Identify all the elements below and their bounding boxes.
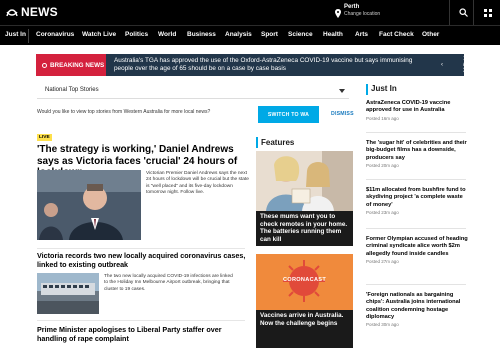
- chevron-down-icon: [339, 89, 345, 93]
- just-in-item-time: Posted 16m ago: [366, 115, 399, 121]
- just-in-item-time: Posted 23m ago: [366, 209, 399, 215]
- just-in-divider: [366, 179, 466, 180]
- story-1-image[interactable]: [37, 170, 141, 240]
- live-badge: LIVE: [37, 134, 52, 141]
- nav-politics[interactable]: Politics: [125, 31, 148, 38]
- nav-watch-live[interactable]: Watch Live: [82, 31, 116, 38]
- dismiss-button[interactable]: DISMISS: [331, 111, 354, 117]
- nav-fact-check[interactable]: Fact Check: [379, 31, 414, 38]
- breaking-news-label: BREAKING NEWS: [36, 54, 106, 76]
- nav-health[interactable]: Health: [323, 31, 343, 38]
- just-in-item-title[interactable]: AstraZeneca COVID-19 vaccine approved fo…: [366, 100, 468, 115]
- nav-sport[interactable]: Sport: [261, 31, 278, 38]
- location-pin-icon: [335, 5, 341, 18]
- story-2-headline[interactable]: Victoria records two new locally acquire…: [37, 251, 249, 269]
- nav-divider: [28, 29, 29, 43]
- just-in-item[interactable]: Former Olympian accused of heading crimi…: [366, 236, 468, 264]
- just-in-heading: Just In: [371, 84, 397, 93]
- nav-world[interactable]: World: [158, 31, 176, 38]
- breaking-counter: 1 / 3: [463, 56, 467, 74]
- breaking-next-button[interactable]: ›: [483, 54, 485, 76]
- story-2-summary: The two new locally acquired COVID-19 in…: [104, 274, 233, 292]
- grid-icon: [483, 4, 492, 22]
- feature-card-vaccines-caption: Vaccines arrive in Australia. Now the ch…: [256, 310, 353, 348]
- nav-business[interactable]: Business: [187, 31, 216, 38]
- location-selector[interactable]: Perth Change location: [335, 4, 380, 18]
- breaking-dot-icon: [42, 62, 47, 68]
- nav-just-in[interactable]: Just In: [5, 31, 26, 38]
- logo-text: NEWS: [21, 5, 58, 19]
- just-in-item[interactable]: The 'sugar hit' of celebrities and their…: [366, 140, 468, 168]
- breaking-news-text[interactable]: Australia's TGA has approved the use of …: [114, 57, 414, 74]
- main-nav: Just In Coronavirus Watch Live Politics …: [0, 25, 500, 45]
- nav-science[interactable]: Science: [288, 31, 313, 38]
- search-icon: [459, 4, 468, 22]
- story-2-image[interactable]: [37, 273, 99, 314]
- just-in-item-time: Posted 20m ago: [366, 162, 399, 168]
- feature-card-vaccines[interactable]: CORONACAST Vaccines arrive in Australia.…: [256, 254, 353, 348]
- nav-arts[interactable]: Arts: [355, 31, 368, 38]
- nav-other[interactable]: Other: [422, 31, 439, 38]
- features-heading: Features: [261, 138, 295, 147]
- just-in-item-title[interactable]: Former Olympian accused of heading crimi…: [366, 236, 468, 258]
- just-in-item[interactable]: 'Foreign nationals as bargaining chips':…: [366, 292, 468, 327]
- just-in-divider: [366, 132, 466, 133]
- just-in-accent: [366, 84, 368, 95]
- just-in-item-title[interactable]: 'Foreign nationals as bargaining chips':…: [366, 292, 468, 321]
- feature-card-batteries-caption: These mums want you to check remotes in …: [256, 211, 353, 246]
- top-header: NEWS Perth Change location: [0, 0, 500, 25]
- just-in-item[interactable]: $11m allocated from bushfire fund to sky…: [366, 187, 468, 215]
- top-stories-select[interactable]: National Top Stories: [37, 84, 349, 99]
- just-in-divider: [366, 284, 466, 285]
- abc-logo-icon: [6, 6, 18, 18]
- nav-coronavirus[interactable]: Coronavirus: [36, 31, 74, 38]
- menu-grid-button[interactable]: [473, 0, 500, 25]
- change-location-link[interactable]: Change location: [344, 11, 380, 17]
- story-3-headline[interactable]: Prime Minister apologises to Liberal Par…: [37, 325, 249, 343]
- features-accent: [256, 137, 258, 148]
- just-in-item-time: Posted 27m ago: [366, 258, 399, 264]
- breaking-prev-button[interactable]: ‹: [441, 54, 451, 76]
- feature-card-batteries[interactable]: These mums want you to check remotes in …: [256, 151, 353, 246]
- nav-analysis[interactable]: Analysis: [225, 31, 252, 38]
- top-stories-select-label: National Top Stories: [45, 87, 99, 93]
- story-divider: [37, 248, 245, 249]
- just-in-item-time: Posted 30m ago: [366, 322, 399, 328]
- story-divider: [37, 320, 245, 321]
- just-in-item-title[interactable]: $11m allocated from bushfire fund to sky…: [366, 187, 468, 209]
- just-in-item[interactable]: AstraZeneca COVID-19 vaccine approved fo…: [366, 100, 468, 121]
- abc-news-logo[interactable]: NEWS: [6, 5, 58, 19]
- local-news-prompt: Would you like to view top stories from …: [37, 109, 211, 115]
- switch-to-wa-button[interactable]: SWITCH TO WA: [258, 106, 319, 123]
- story-1-summary: Victorian Premier Daniel Andrews says th…: [146, 171, 249, 196]
- breaking-news-banner: BREAKING NEWS Australia's TGA has approv…: [36, 54, 485, 76]
- location-name: Perth: [344, 4, 360, 10]
- just-in-item-title[interactable]: The 'sugar hit' of celebrities and their…: [366, 140, 468, 162]
- coronacast-stamp: CORONACAST: [282, 277, 327, 283]
- just-in-divider: [366, 228, 466, 229]
